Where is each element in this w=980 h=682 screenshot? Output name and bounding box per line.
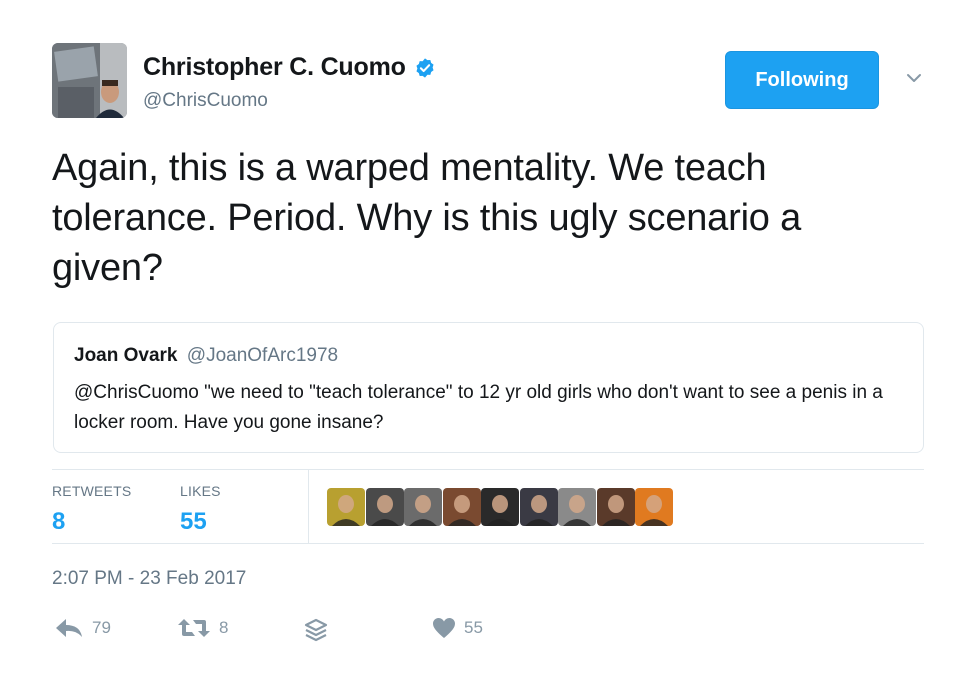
tweet-text: Again, this is a warped mentality. We te…: [52, 147, 802, 289]
retweet-count: 8: [219, 618, 229, 637]
layers-icon[interactable]: [303, 617, 329, 643]
stats-bottom-divider: [52, 543, 924, 544]
liker-avatar[interactable]: [327, 488, 365, 526]
author-name-row[interactable]: Christopher C. Cuomo: [143, 53, 436, 82]
liker-avatar[interactable]: [635, 488, 673, 526]
verified-badge-icon: [416, 57, 434, 78]
retweet-icon[interactable]: [177, 617, 211, 639]
retweets-stat[interactable]: RETWEETS 8: [52, 483, 131, 536]
likes-label: LIKES: [180, 483, 221, 499]
likes-count[interactable]: 55: [180, 508, 221, 536]
like-action[interactable]: 55: [432, 617, 483, 639]
liker-avatar[interactable]: [404, 488, 442, 526]
liker-avatar-icon: [558, 488, 596, 526]
liker-avatar[interactable]: [519, 488, 558, 526]
heart-icon[interactable]: [432, 617, 456, 639]
author-name[interactable]: Christopher C. Cuomo: [143, 53, 406, 82]
liker-avatar-icon: [442, 488, 481, 526]
quoted-author-name: Joan Ovark: [74, 345, 178, 366]
liker-avatar-icon: [635, 488, 673, 526]
stats-vertical-divider: [308, 470, 309, 543]
tweet-timestamp[interactable]: 2:07 PM - 23 Feb 2017: [52, 568, 246, 590]
liker-avatar[interactable]: [558, 488, 596, 526]
liker-avatar-icon: [596, 488, 635, 526]
quoted-tweet[interactable]: Joan Ovark @JoanOfArc1978 @ChrisCuomo "w…: [53, 322, 924, 453]
liker-avatar-icon: [404, 488, 442, 526]
moments-action[interactable]: [303, 617, 329, 643]
liker-avatar-icon: [481, 488, 519, 526]
quoted-author-handle: @JoanOfArc1978: [186, 345, 339, 366]
retweets-count[interactable]: 8: [52, 508, 131, 536]
retweet-action[interactable]: 8: [177, 617, 228, 639]
author-handle[interactable]: @ChrisCuomo: [143, 90, 268, 112]
reply-action[interactable]: 79: [54, 617, 111, 639]
liker-avatar[interactable]: [481, 488, 519, 526]
liker-avatar[interactable]: [365, 488, 404, 526]
liker-avatar[interactable]: [442, 488, 481, 526]
liker-avatar-icon: [519, 488, 558, 526]
quoted-tweet-header: Joan Ovark @JoanOfArc1978: [74, 345, 903, 367]
quoted-tweet-text: @ChrisCuomo "we need to "teach tolerance…: [74, 382, 883, 433]
reply-icon[interactable]: [54, 617, 84, 639]
liker-avatar-icon: [365, 488, 404, 526]
stats-top-divider: [52, 469, 924, 470]
like-count: 55: [464, 618, 483, 637]
liker-avatar[interactable]: [596, 488, 635, 526]
reply-count: 79: [92, 618, 111, 637]
chevron-down-icon[interactable]: [904, 68, 924, 88]
retweets-label: RETWEETS: [52, 483, 132, 499]
tweet-card: Christopher C. Cuomo @ChrisCuomo Followi…: [0, 0, 980, 682]
avatar[interactable]: [52, 43, 127, 118]
likes-stat[interactable]: LIKES 55: [180, 483, 221, 536]
profile-photo-icon: [52, 43, 127, 118]
likers-avatars: [327, 488, 674, 526]
following-button[interactable]: Following: [725, 51, 879, 109]
liker-avatar-icon: [327, 488, 365, 526]
